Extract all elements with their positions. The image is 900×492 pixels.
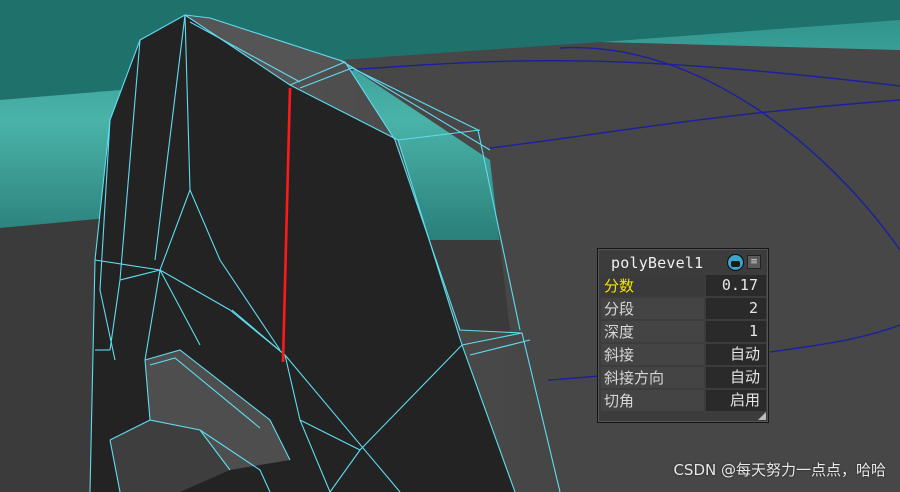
viewport-3d[interactable]: polyBevel1 ≡ 分数 0.17 分段 2 深度 1 斜接 自动 斜接方…: [0, 0, 900, 492]
attr-row-chamfer[interactable]: 切角 启用: [601, 389, 767, 411]
attr-value-field[interactable]: 自动: [706, 344, 766, 365]
resize-grip-icon[interactable]: [758, 412, 766, 420]
node-icon[interactable]: [727, 254, 744, 271]
menu-icon[interactable]: ≡: [747, 255, 761, 269]
attr-value-field[interactable]: 1: [706, 321, 766, 342]
panel-header[interactable]: polyBevel1 ≡: [598, 251, 768, 273]
attr-label: 斜接方向: [604, 369, 665, 387]
attr-row-segments[interactable]: 分段 2: [601, 297, 767, 319]
attr-label: 深度: [604, 323, 635, 341]
attr-row-mitering[interactable]: 斜接 自动: [601, 343, 767, 365]
attr-row-fraction[interactable]: 分数 0.17: [601, 274, 767, 296]
attr-row-depth[interactable]: 深度 1: [601, 320, 767, 342]
watermark-text: CSDN @每天努力一点点，哈哈: [673, 461, 886, 479]
attr-value-field[interactable]: 启用: [706, 390, 766, 411]
attr-value-field[interactable]: 自动: [706, 367, 766, 388]
attr-row-miter-along[interactable]: 斜接方向 自动: [601, 366, 767, 388]
attr-label: 切角: [604, 392, 635, 410]
attr-label: 分数: [604, 277, 635, 295]
attr-value-field[interactable]: 0.17: [706, 275, 766, 296]
attr-label: 斜接: [604, 346, 635, 364]
poly-bevel-attribute-panel[interactable]: polyBevel1 ≡ 分数 0.17 分段 2 深度 1 斜接 自动 斜接方…: [597, 248, 769, 423]
attr-label: 分段: [604, 300, 635, 318]
panel-title: polyBevel1: [611, 254, 704, 272]
attr-value-field[interactable]: 2: [706, 298, 766, 319]
